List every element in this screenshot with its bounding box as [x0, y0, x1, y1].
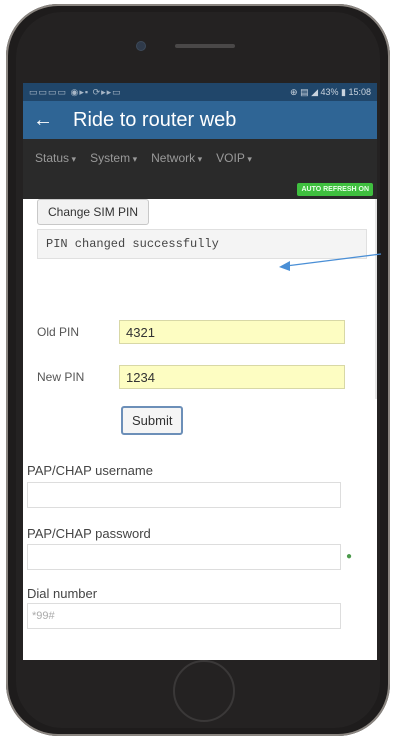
old-pin-row: Old PIN 4321	[37, 320, 345, 344]
app-title: Ride to router web	[73, 108, 237, 131]
pap-username-input[interactable]	[27, 482, 341, 508]
router-menu-bar: Status System Network VOIP	[23, 139, 377, 177]
old-pin-input[interactable]: 4321	[119, 320, 345, 344]
speaker-grille	[175, 44, 235, 48]
sub-bar: AUTO REFRESH ON	[23, 177, 377, 199]
menu-network[interactable]: Network	[151, 151, 202, 165]
new-pin-row: New PIN 1234	[37, 365, 345, 389]
menu-status[interactable]: Status	[35, 151, 76, 165]
pap-password-input[interactable]	[27, 544, 341, 570]
status-bar-right: ⊕ ▤ ◢ 43% ▮ 15:08	[290, 86, 371, 97]
camera-icon	[137, 42, 145, 50]
old-pin-label: Old PIN	[37, 325, 80, 339]
scrollbar[interactable]	[375, 199, 377, 399]
new-pin-input[interactable]: 1234	[119, 365, 345, 389]
menu-system[interactable]: System	[90, 151, 137, 165]
pap-username-label: PAP/CHAP username	[27, 463, 153, 478]
home-button[interactable]	[173, 660, 235, 722]
pap-password-label: PAP/CHAP password	[27, 526, 151, 541]
page-content: Change SIM PIN PIN changed successfully	[23, 199, 377, 399]
change-sim-pin-button[interactable]: Change SIM PIN	[37, 199, 150, 225]
submit-button[interactable]: Submit	[121, 406, 184, 435]
back-arrow-icon[interactable]: ←	[23, 109, 63, 132]
new-pin-label: New PIN	[37, 370, 85, 384]
notification-icons: ▭▭▭▭ ◉▸▪ ⟳▸▸▭	[29, 86, 122, 97]
dial-number-label: Dial number	[27, 586, 98, 601]
menu-voip[interactable]: VOIP	[216, 151, 252, 165]
status-bar: ▭▭▭▭ ◉▸▪ ⟳▸▸▭ ⊕ ▤ ◢ 43% ▮ 15:08	[23, 83, 377, 101]
show-password-icon[interactable]: ●	[346, 551, 356, 562]
dial-number-input[interactable]: *99#	[27, 603, 341, 629]
success-message: PIN changed successfully	[37, 229, 367, 259]
auto-refresh-badge[interactable]: AUTO REFRESH ON	[297, 183, 373, 196]
app-bar: ← Ride to router web	[23, 101, 377, 139]
screen: ▭▭▭▭ ◉▸▪ ⟳▸▸▭ ⊕ ▤ ◢ 43% ▮ 15:08 ← Ride t…	[23, 83, 377, 660]
